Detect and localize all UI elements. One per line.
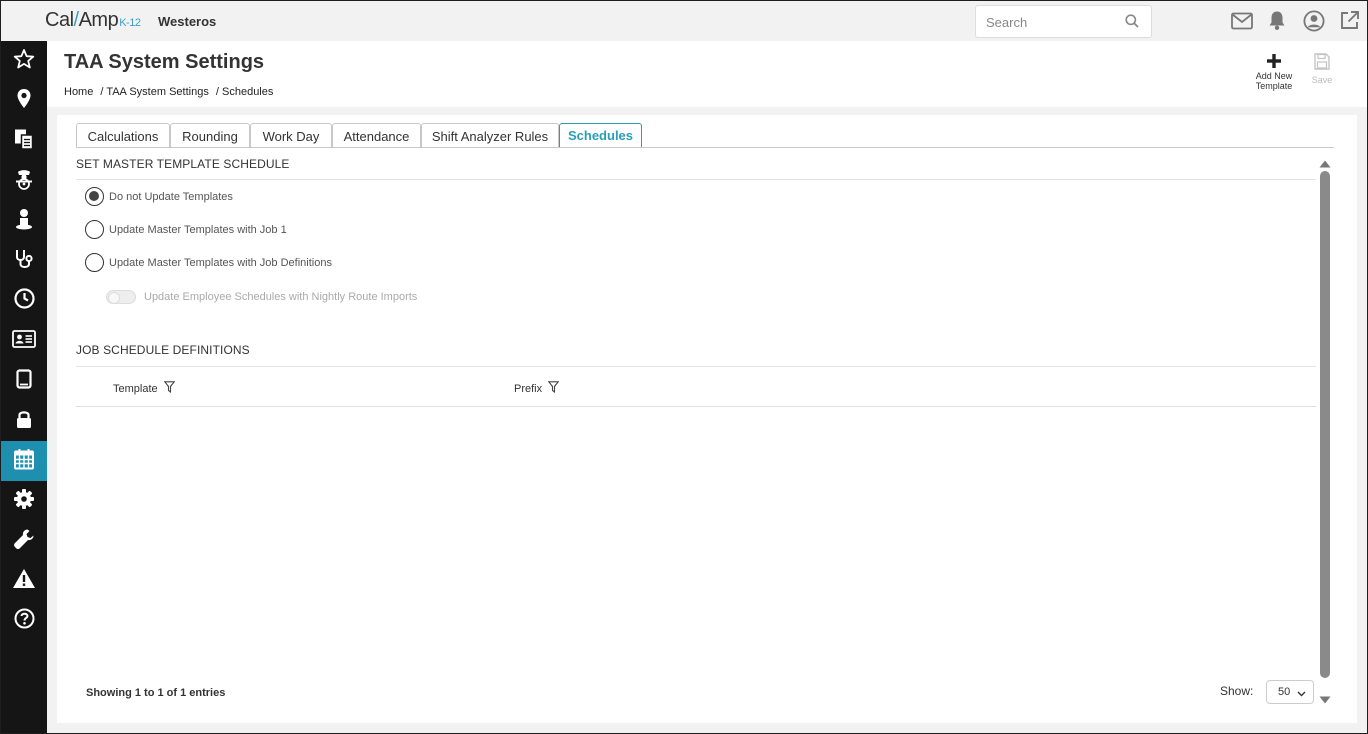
settings-panel: Calculations Rounding Work Day Attendanc… [57,115,1357,723]
breadcrumb-schedules: / Schedules [215,86,274,98]
tab-schedules[interactable]: Schedules [559,123,642,148]
radio-circle-checked[interactable] [85,187,104,206]
search-icon[interactable] [1125,14,1139,33]
radio-label: Do not Update Templates [109,190,233,203]
column-label-template: Template [113,382,158,395]
tablet-icon [16,368,32,394]
chevron-down-icon [1297,688,1306,700]
clock-icon [13,288,35,314]
sidebar-item-schedules[interactable] [1,441,47,481]
map-pin-icon [16,88,32,114]
lock-icon [15,409,33,434]
radio-update-job-1[interactable]: Update Master Templates with Job 1 [85,220,287,239]
breadcrumb: Home / TAA System Settings / Schedules [64,86,277,98]
wrench-icon [13,528,35,555]
nightly-route-imports-setting: Update Employee Schedules with Nightly R… [106,290,417,304]
radio-circle[interactable] [85,220,104,239]
column-header-template[interactable]: Template [113,381,175,396]
tab-divider [76,147,1334,148]
page-size-label: Show: [1220,684,1254,698]
add-new-template-button[interactable]: Add New Template [1249,53,1299,91]
warning-icon [12,568,36,594]
radio-do-not-update[interactable]: Do not Update Templates [85,187,233,206]
stethoscope-icon [13,248,35,275]
bus-driver-icon [13,168,35,195]
table-info: Showing 1 to 1 of 1 entries [86,687,226,699]
sidebar-item-locations[interactable] [1,81,47,121]
star-icon [13,48,35,75]
sidebar-item-alerts[interactable] [1,561,47,601]
sidebar-item-time[interactable] [1,281,47,321]
scroll-down-arrow-icon[interactable] [1319,691,1331,709]
table-header-divider [76,406,1316,407]
breadcrumb-taa-settings[interactable]: / TAA System Settings [100,86,208,98]
mail-icon[interactable] [1231,12,1253,35]
job-schedule-divider [76,366,1316,367]
tab-attendance[interactable]: Attendance [332,123,421,148]
filter-icon[interactable] [542,381,560,396]
sidebar-item-drivers[interactable] [1,161,47,201]
calamp-logo[interactable]: Cal/AmpK-12 [45,9,141,32]
toggle-label: Update Employee Schedules with Nightly R… [144,291,418,303]
documents-icon [13,128,35,155]
help-icon [14,608,35,634]
add-template-label: Template [1255,81,1293,91]
calendar-icon [13,448,35,475]
search-box[interactable] [975,5,1152,38]
tab-calculations[interactable]: Calculations [76,123,170,148]
sidebar [1,41,47,733]
floppy-disk-icon [1297,53,1347,75]
sidebar-item-devices[interactable] [1,361,47,401]
bell-icon[interactable] [1268,10,1286,36]
page-header: TAA System Settings Home / TAA System Se… [47,41,1367,107]
page-size-value: 50 [1278,686,1291,698]
top-bar: Cal/AmpK-12 Westeros [1,1,1367,41]
sidebar-item-help[interactable] [1,601,47,641]
logo-suffix: K-12 [119,17,141,29]
sidebar-item-favorites[interactable] [1,41,47,81]
column-label-prefix: Prefix [514,382,543,395]
radio-circle[interactable] [85,253,104,272]
nightly-route-imports-toggle[interactable] [106,290,136,304]
sidebar-item-badges[interactable] [1,321,47,361]
sidebar-item-settings[interactable] [1,481,47,521]
master-schedule-divider [76,179,1316,180]
site-name: Westeros [158,14,217,29]
id-card-icon [12,329,36,353]
master-schedule-heading: SET MASTER TEMPLATE SCHEDULE [76,157,290,171]
sidebar-item-documents[interactable] [1,121,47,161]
gear-icon [13,488,35,515]
filter-icon[interactable] [158,381,175,396]
tab-work-day[interactable]: Work Day [250,123,332,148]
radio-label: Update Master Templates with Job 1 [109,223,287,236]
external-link-icon[interactable] [1339,10,1360,36]
person-icon [14,208,34,235]
sidebar-item-security[interactable] [1,401,47,441]
save-button[interactable]: Save [1297,53,1347,85]
logo-text-cal: Cal [45,9,74,31]
plus-icon [1249,53,1299,71]
search-input[interactable] [986,15,1116,30]
column-header-prefix[interactable]: Prefix [514,381,560,396]
add-new-label: Add New [1255,71,1293,81]
logo-text-amp: Amp [78,9,119,31]
radio-label: Update Master Templates with Job Definit… [109,256,332,269]
user-circle-icon[interactable] [1303,10,1325,37]
tab-rounding[interactable]: Rounding [170,123,250,148]
page-size-select[interactable]: 50 [1266,680,1314,704]
scrollbar-thumb[interactable] [1320,171,1330,678]
main-content: TAA System Settings Home / TAA System Se… [47,41,1367,733]
radio-update-job-definitions[interactable]: Update Master Templates with Job Definit… [85,253,332,272]
tab-shift-analyzer-rules[interactable]: Shift Analyzer Rules [421,123,559,148]
breadcrumb-home[interactable]: Home [64,86,93,98]
sidebar-item-tools[interactable] [1,521,47,561]
page-title: TAA System Settings [64,51,265,73]
sidebar-item-health[interactable] [1,241,47,281]
sidebar-item-employees[interactable] [1,201,47,241]
job-schedule-heading: JOB SCHEDULE DEFINITIONS [76,343,250,357]
save-label: Save [1311,75,1333,85]
